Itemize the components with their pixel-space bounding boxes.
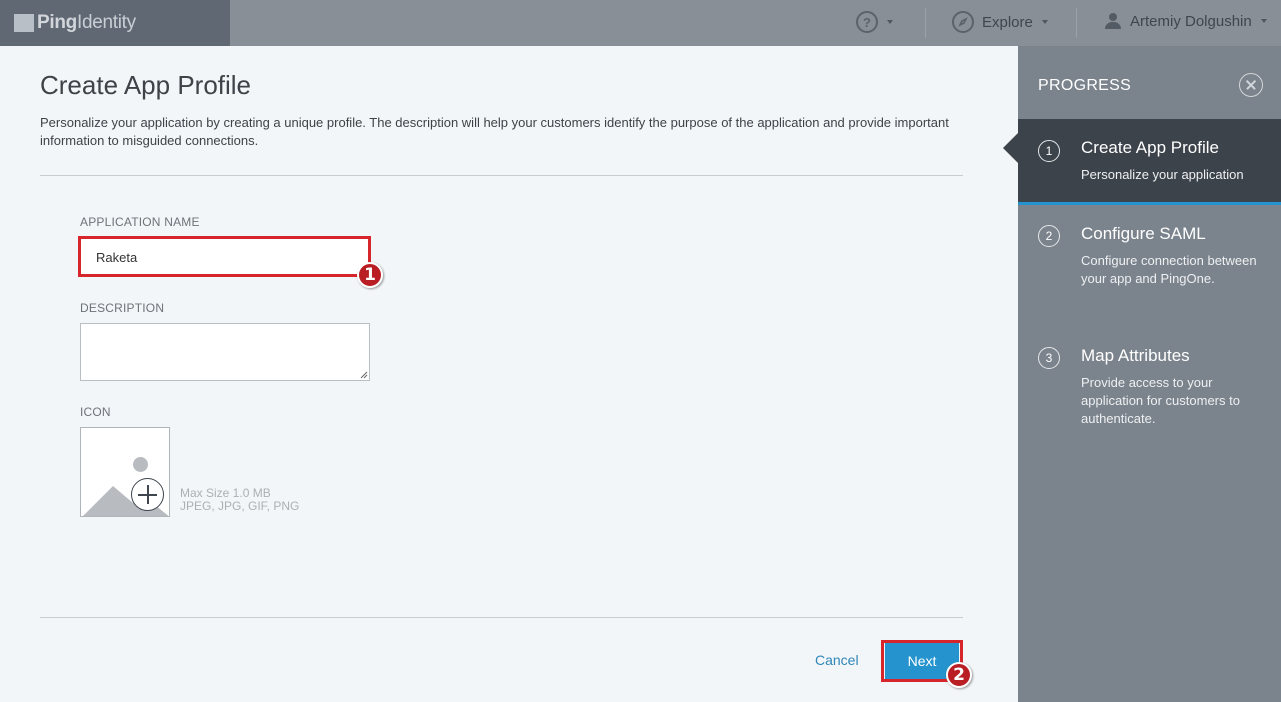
step-number: 1: [1038, 140, 1060, 162]
caret-down-icon: [1041, 20, 1048, 24]
step-number: 3: [1038, 347, 1060, 369]
header-divider: [1076, 8, 1077, 38]
image-sun-icon: [133, 457, 148, 472]
icon-type-hint: JPEG, JPG, GIF, PNG: [180, 499, 300, 513]
help-menu[interactable]: ?: [856, 11, 893, 33]
user-menu[interactable]: Artemiy Dolgushin: [1104, 12, 1267, 30]
step-description: Provide access to your application for c…: [1081, 375, 1240, 426]
annotation-badge-1: 1: [357, 262, 383, 288]
brand-text: PingIdentity: [37, 12, 136, 33]
step-title: Map Attributes: [1081, 346, 1190, 365]
add-icon-button[interactable]: [131, 478, 164, 511]
active-step-pointer: [1003, 133, 1018, 163]
main-panel: Create App Profile Personalize your appl…: [0, 46, 1018, 702]
brand-logo[interactable]: PingIdentity: [0, 0, 230, 46]
caret-down-icon: [887, 20, 893, 24]
description-label: DESCRIPTION: [80, 301, 165, 315]
logo-square-icon: [14, 14, 34, 32]
description-textarea[interactable]: [80, 323, 370, 381]
page-title: Create App Profile: [40, 70, 252, 100]
annotation-highlight-1: [78, 236, 371, 277]
icon-size-hint: Max Size 1.0 MB: [180, 486, 271, 500]
explore-menu[interactable]: Explore: [952, 11, 1048, 33]
resize-grip-icon[interactable]: [360, 371, 368, 379]
user-icon: [1104, 12, 1122, 30]
caret-down-icon: [1260, 19, 1267, 23]
step-create-app-profile[interactable]: 1 Create App Profile Personalize your ap…: [1003, 119, 1281, 205]
icon-label: ICON: [80, 405, 111, 419]
user-name: Artemiy Dolgushin: [1130, 12, 1252, 30]
progress-title: PROGRESS: [1038, 77, 1132, 94]
divider-bottom: [40, 617, 963, 618]
page-description: Personalize your application by creating…: [40, 115, 949, 148]
step-title: Configure SAML: [1081, 224, 1206, 243]
step-description: Configure connection between your app an…: [1081, 253, 1257, 286]
explore-label: Explore: [982, 13, 1033, 31]
header-divider: [925, 8, 926, 38]
close-icon[interactable]: [1239, 73, 1263, 97]
step-number: 2: [1038, 225, 1060, 247]
top-bar: PingIdentity ? Explore Artemiy Dolgushin: [0, 0, 1281, 46]
step-title: Create App Profile: [1081, 138, 1219, 157]
cancel-link[interactable]: Cancel: [815, 652, 859, 668]
annotation-badge-2: 2: [946, 662, 972, 688]
progress-sidebar: PROGRESS 1 Create App Profile Personaliz…: [1003, 46, 1281, 702]
app-name-label: APPLICATION NAME: [80, 215, 200, 229]
compass-icon: [952, 11, 974, 33]
divider-top: [40, 175, 963, 176]
question-circle-icon: ?: [856, 11, 878, 33]
step-description: Personalize your application: [1081, 167, 1244, 182]
